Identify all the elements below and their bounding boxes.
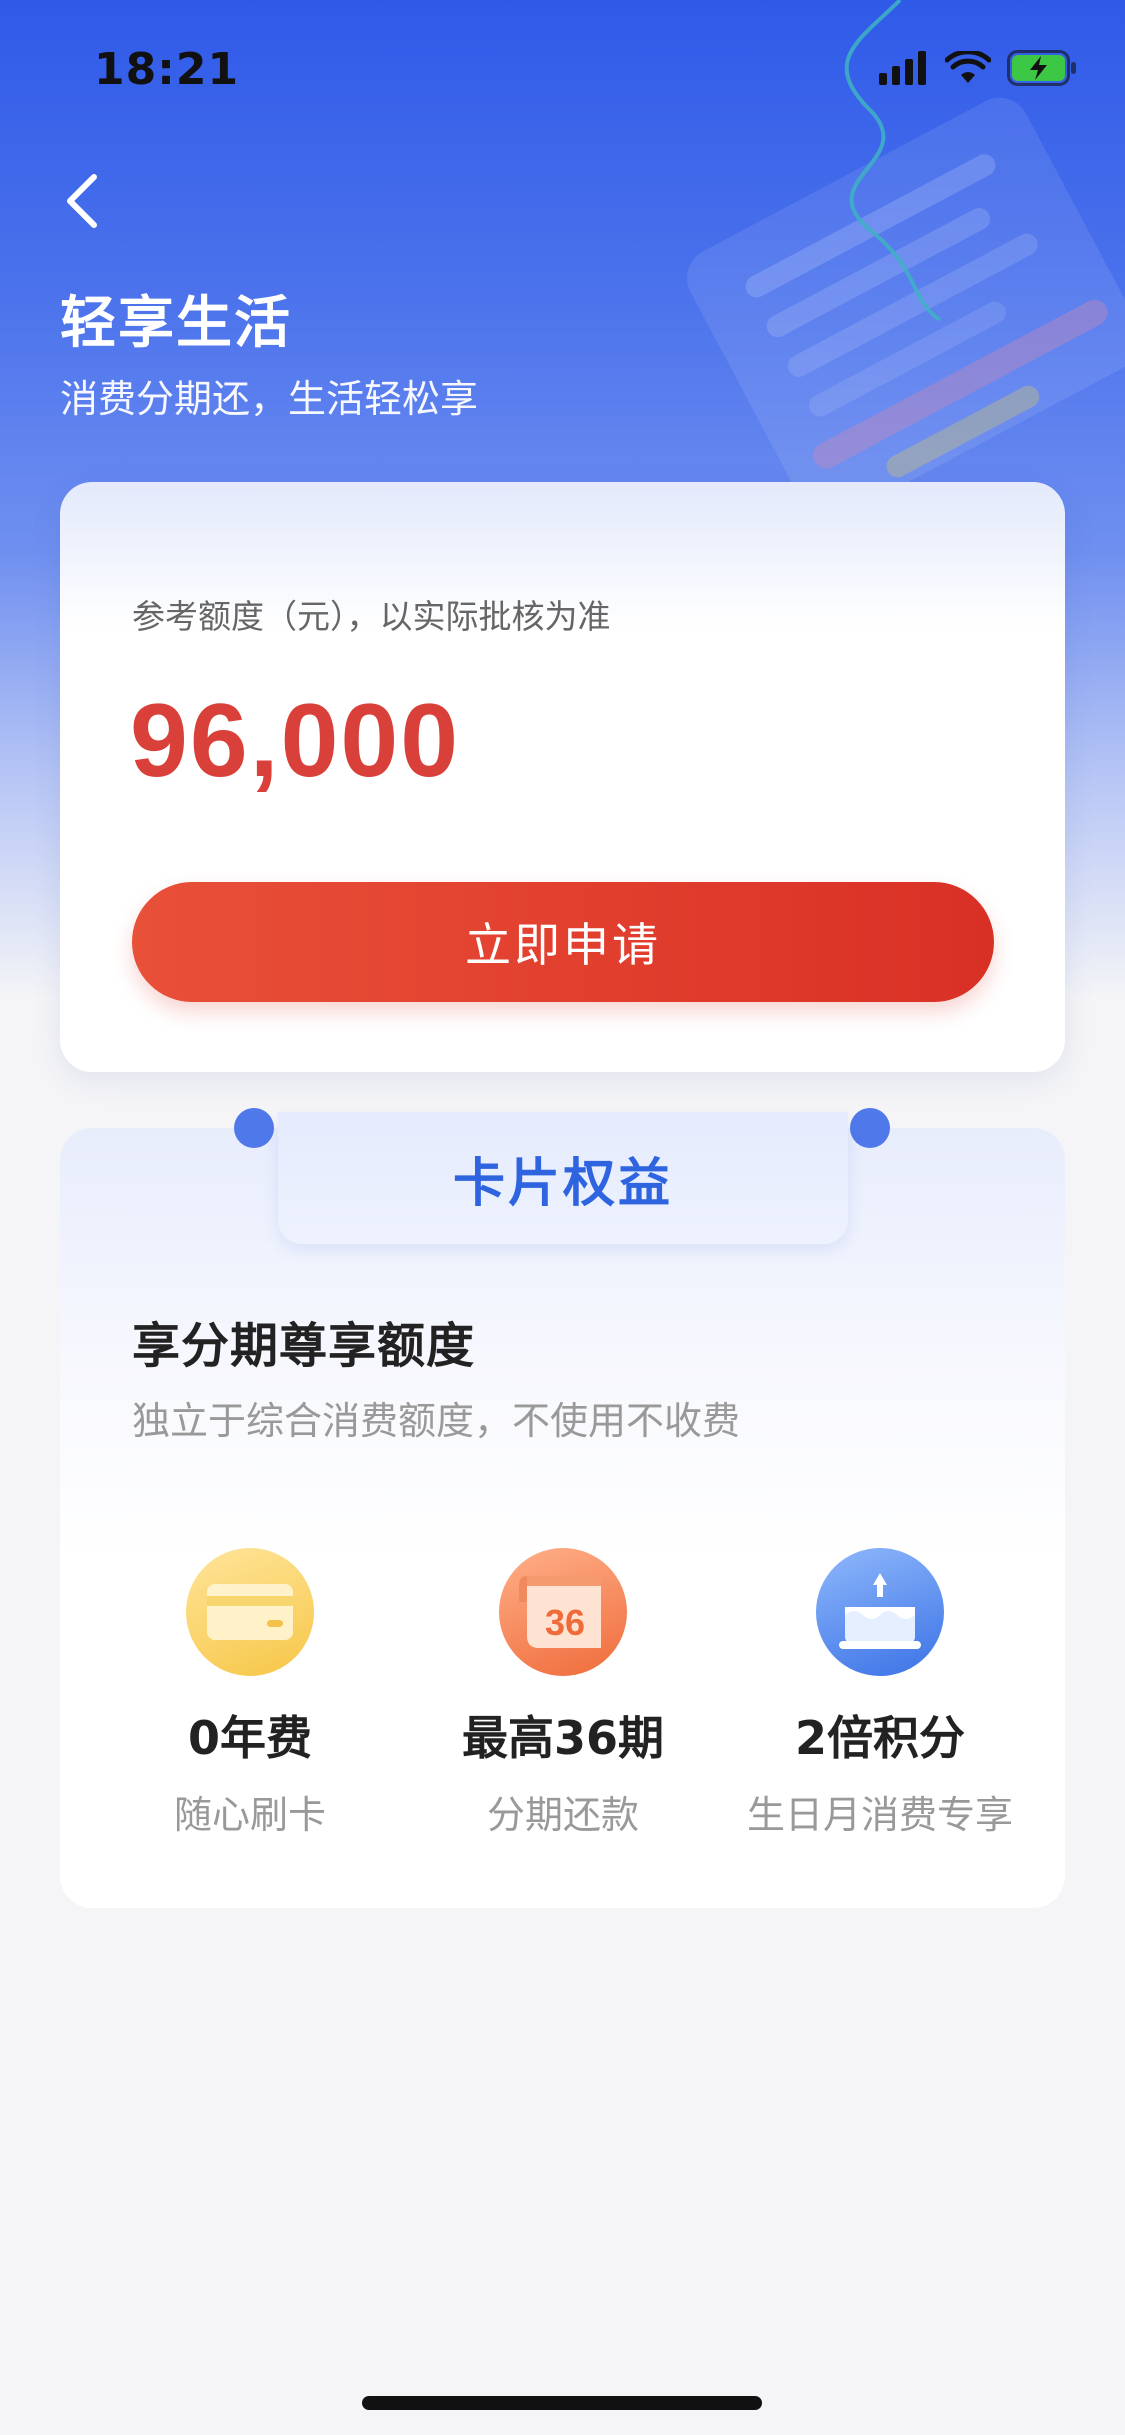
cellular-signal-icon: [879, 51, 926, 85]
status-time: 18:21: [94, 44, 240, 95]
wifi-icon: [945, 51, 991, 83]
benefits-tab: 卡片权益: [278, 1112, 848, 1244]
apply-now-button[interactable]: 立即申请: [132, 882, 994, 1002]
feature-subtitle: 随心刷卡: [173, 1793, 326, 1837]
credit-card-icon: [186, 1548, 314, 1676]
feature-title: 最高36期: [461, 1711, 664, 1765]
feature-subtitle: 生日月消费专享: [746, 1793, 1013, 1837]
status-icons: [879, 50, 1077, 86]
benefit-description: 独立于综合消费额度，不使用不收费: [132, 1399, 741, 1443]
tab-hanger-left: [234, 1108, 274, 1148]
benefits-tab-label: 卡片权益: [452, 1153, 673, 1214]
back-button[interactable]: [52, 168, 112, 234]
limit-label: 参考额度（元），以实际批核为准: [132, 597, 611, 636]
feature-subtitle: 分期还款: [486, 1793, 639, 1837]
tab-hanger-right: [850, 1108, 890, 1148]
feature-title: 0年费: [187, 1711, 312, 1765]
page-subtitle: 消费分期还，生活轻松享: [60, 377, 479, 421]
limit-card: 参考额度（元），以实际批核为准 96,000 立即申请: [60, 482, 1065, 1072]
card-benefits-panel: 卡片权益 享分期尊享额度 独立于综合消费额度，不使用不收费 0年费 随心刷卡 3…: [60, 1108, 1065, 1908]
app-screen: 18:21 轻享生活 消费分期还，生活轻松享 参考额度（元），以实际批核为准 9…: [0, 0, 1125, 2435]
feature-item-annual-fee: 0年费 随心刷卡: [80, 1548, 420, 1839]
feature-item-installments: 36 最高36期 分期还款: [393, 1548, 733, 1839]
feature-list: 0年费 随心刷卡 36 最高36期 分期还款 2倍积分 生日月消费专享: [60, 1548, 1065, 1848]
page-title: 轻享生活: [60, 291, 292, 356]
benefit-heading: 享分期尊享额度: [132, 1318, 476, 1374]
birthday-cake-icon: [816, 1548, 944, 1676]
feature-item-points: 2倍积分 生日月消费专享: [710, 1548, 1050, 1839]
status-bar: 18:21: [0, 0, 1125, 140]
feature-title: 2倍积分: [794, 1711, 965, 1765]
battery-charging-icon: [1007, 50, 1076, 86]
limit-amount: 96,000: [130, 683, 461, 799]
home-indicator[interactable]: [362, 2396, 762, 2410]
calendar-icon: 36: [499, 1548, 627, 1676]
chevron-left-icon: [67, 174, 97, 228]
calendar-badge: 36: [545, 1602, 586, 1643]
